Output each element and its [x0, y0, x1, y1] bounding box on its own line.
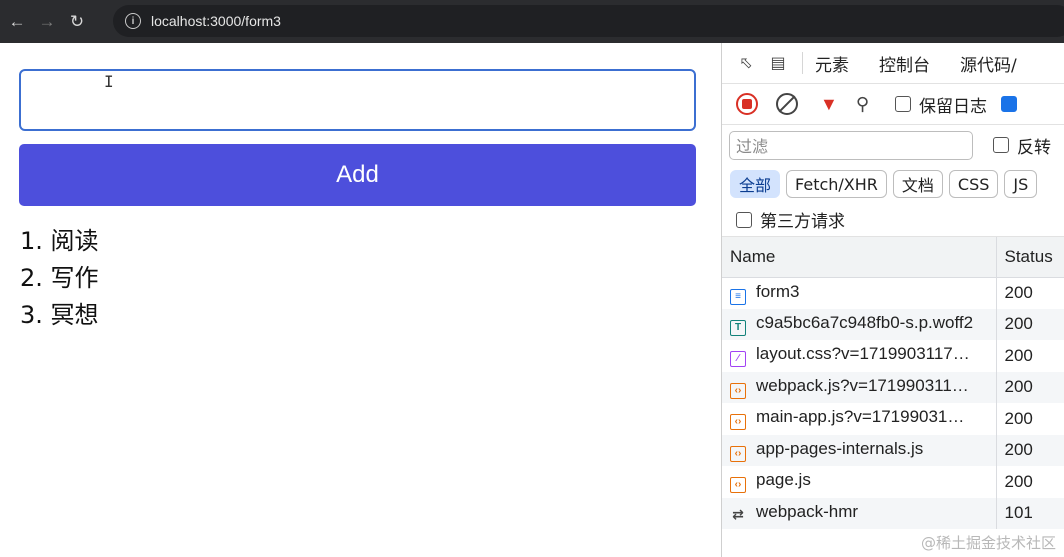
- devtools-panel: ⬁ ▤ 元素 控制台 源代码/ ▼ ⚲ 保留日志 过滤 反转 全部 Fetch/…: [721, 43, 1064, 557]
- type-filter-chips: 全部 Fetch/XHR 文档 CSS JS: [722, 165, 1064, 203]
- table-row[interactable]: ‹› main-app.js?v=17199031… 200: [722, 403, 1064, 435]
- request-status: 200: [995, 466, 1064, 498]
- add-button[interactable]: Add: [19, 144, 696, 206]
- devtools-tabs: ⬁ ▤ 元素 控制台 源代码/: [722, 43, 1064, 84]
- tab-console[interactable]: 控制台: [879, 51, 930, 76]
- invert-checkbox[interactable]: [993, 137, 1009, 153]
- inspect-element-icon[interactable]: ⬁: [732, 49, 760, 77]
- invert-label: 反转: [1017, 137, 1051, 158]
- column-header-name[interactable]: Name: [722, 237, 996, 278]
- stylesheet-icon: ∕: [730, 351, 746, 368]
- request-name: webpack-hmr: [756, 502, 859, 522]
- table-row[interactable]: ‹› page.js 200: [722, 466, 1064, 498]
- request-name: app-pages-internals.js: [756, 438, 924, 458]
- column-header-status[interactable]: Status: [995, 237, 1064, 278]
- request-status: 200: [995, 340, 1064, 372]
- request-status: 200: [995, 371, 1064, 403]
- table-row[interactable]: Tc9a5bc6a7c948fb0-s.p.woff2 200: [722, 308, 1064, 340]
- network-toolbar: ▼ ⚲ 保留日志: [722, 84, 1064, 125]
- request-name: form3: [756, 281, 800, 301]
- divider: [802, 52, 803, 74]
- table-row[interactable]: ⇄ webpack-hmr 101: [722, 497, 1064, 529]
- text-cursor-icon: I: [104, 72, 114, 91]
- list-item: 1. 阅读: [20, 227, 99, 255]
- request-status: 200: [995, 277, 1064, 309]
- script-icon: ‹›: [730, 445, 746, 462]
- preserve-log-label: 保留日志: [919, 96, 988, 117]
- network-table: Name Status ≡ form3 200 Tc9a5bc6a7c948fb0…: [722, 237, 1064, 529]
- script-icon: ‹›: [730, 477, 746, 494]
- script-icon: ‹›: [730, 382, 746, 399]
- page-content: I Add 1. 阅读 2. 写作 3. 冥想: [0, 43, 721, 557]
- back-arrow-icon[interactable]: ←: [2, 7, 32, 37]
- request-name: webpack.js?v=171990311…: [756, 375, 969, 395]
- request-name: c9a5bc6a7c948fb0-s.p.woff2: [756, 312, 974, 332]
- list-item: 2. 写作: [20, 264, 99, 292]
- table-row[interactable]: ≡ form3 200: [722, 277, 1064, 309]
- third-party-checkbox[interactable]: [736, 211, 752, 228]
- tab-elements[interactable]: 元素: [815, 51, 849, 76]
- filter-row: 过滤 反转: [722, 125, 1064, 165]
- clear-icon[interactable]: [776, 93, 798, 115]
- third-party-label: 第三方请求: [760, 212, 845, 232]
- tab-sources[interactable]: 源代码/: [960, 51, 1017, 76]
- chip-doc[interactable]: 文档: [892, 170, 943, 198]
- browser-toolbar: ← → ↻ i localhost:3000/form3: [0, 0, 1064, 43]
- reload-icon[interactable]: ↻: [62, 7, 92, 37]
- table-row[interactable]: ‹› app-pages-internals.js 200: [722, 434, 1064, 466]
- info-icon[interactable]: i: [125, 13, 141, 29]
- chip-css[interactable]: CSS: [948, 170, 999, 198]
- request-status: 200: [995, 403, 1064, 435]
- request-status: 200: [995, 308, 1064, 340]
- request-status: 101: [995, 497, 1064, 529]
- table-row[interactable]: ‹› webpack.js?v=171990311… 200: [722, 371, 1064, 403]
- request-name: layout.css?v=1719903117…: [756, 344, 970, 364]
- todo-list: 1. 阅读 2. 写作 3. 冥想: [20, 223, 99, 334]
- request-name: page.js: [756, 470, 811, 490]
- watermark: @稀土掘金技术社区: [920, 534, 1056, 552]
- filter-icon[interactable]: ▼: [820, 94, 838, 115]
- document-icon: ≡: [730, 288, 746, 305]
- address-bar[interactable]: i localhost:3000/form3: [113, 5, 1064, 37]
- device-toolbar-icon[interactable]: ▤: [764, 49, 792, 77]
- script-icon: ‹›: [730, 414, 746, 431]
- font-icon: T: [730, 319, 746, 336]
- chip-js[interactable]: JS: [1004, 170, 1038, 198]
- request-status: 200: [995, 434, 1064, 466]
- forward-arrow-icon[interactable]: →: [32, 7, 62, 37]
- url-text: localhost:3000/form3: [151, 13, 281, 29]
- chip-fetch-xhr[interactable]: Fetch/XHR: [786, 170, 887, 198]
- disable-cache-checkbox[interactable]: [1001, 96, 1018, 112]
- list-item: 3. 冥想: [20, 301, 99, 329]
- chip-all[interactable]: 全部: [730, 170, 781, 198]
- search-icon[interactable]: ⚲: [856, 94, 869, 115]
- preserve-log-checkbox[interactable]: [895, 96, 912, 112]
- filter-input[interactable]: 过滤: [729, 130, 973, 160]
- third-party-row: 第三方请求: [722, 203, 1064, 237]
- record-icon[interactable]: [736, 93, 758, 115]
- table-row[interactable]: ∕ layout.css?v=1719903117… 200: [722, 340, 1064, 372]
- websocket-icon: ⇄: [732, 506, 744, 523]
- todo-input[interactable]: [19, 69, 696, 131]
- request-name: main-app.js?v=17199031…: [756, 407, 965, 427]
